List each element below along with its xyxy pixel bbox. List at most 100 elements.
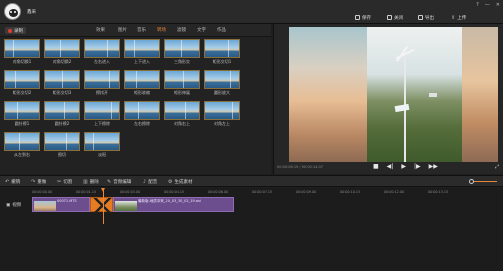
- cut-icon: ✂: [57, 179, 62, 185]
- transition-block[interactable]: [90, 197, 114, 213]
- transition-thumbnail: [204, 101, 240, 120]
- stop-icon[interactable]: ■: [373, 163, 379, 170]
- generate-material-button[interactable]: ⚙ 生成素材: [168, 179, 192, 185]
- transition-label: 矩形伸展: [174, 90, 190, 95]
- tab-effects[interactable]: 效果: [96, 27, 105, 33]
- transition-item[interactable]: 从左到右: [4, 132, 40, 158]
- close-project-label: 关闭: [394, 15, 403, 21]
- tab-works[interactable]: 作品: [217, 27, 226, 33]
- category-bar: 录制 效果 图片 音乐 转场 滤镜 文字 作品: [0, 24, 271, 37]
- ruler-tick-label: 00:00:01.15: [76, 190, 97, 194]
- transition-item[interactable]: 三角形交: [164, 39, 200, 65]
- zoom-slider[interactable]: [469, 179, 497, 184]
- close-project-button[interactable]: 关闭: [387, 14, 403, 21]
- timeline-clip[interactable]: 00071.MTS: [32, 197, 90, 212]
- prev-frame-icon[interactable]: ◀|: [387, 163, 394, 170]
- playhead[interactable]: [101, 188, 105, 224]
- transition-thumbnail: [124, 70, 160, 89]
- close-window-icon[interactable]: ✕: [496, 2, 500, 8]
- transition-item[interactable]: 矩形交切3: [44, 70, 80, 96]
- transition-thumbnail: [44, 70, 80, 89]
- dub-button[interactable]: ♪ 配音: [143, 179, 157, 185]
- export-icon: [418, 15, 423, 20]
- clip-thumbnail: [34, 201, 56, 211]
- clip-name: 00071.MTS: [57, 199, 77, 203]
- ruler-tick-label: 00:00:04.15: [164, 190, 185, 194]
- transition-label: 上下擦除: [94, 121, 110, 126]
- audio-edit-button[interactable]: ✎ 音频编辑: [107, 179, 131, 185]
- transition-thumbnail: [164, 70, 200, 89]
- upload-label: 上传: [457, 15, 467, 21]
- video-track-text: 视频: [12, 203, 22, 208]
- transition-item[interactable]: 上下进入: [124, 39, 160, 65]
- transition-thumbnail: [44, 39, 80, 58]
- transition-label: 淡阳: [98, 152, 106, 157]
- record-button[interactable]: 录制: [5, 27, 26, 34]
- tab-music[interactable]: 音乐: [137, 27, 146, 33]
- window-controls: ? — ✕: [476, 2, 500, 8]
- transition-label: 左右擦除: [134, 121, 150, 126]
- save-label: 保存: [362, 15, 371, 21]
- transition-item[interactable]: 淡阳: [84, 132, 120, 158]
- transition-label: 擦拭开: [96, 90, 108, 95]
- cut-label: 切割: [63, 180, 73, 185]
- transition-thumbnail: [164, 39, 200, 58]
- clip-thumbnail: [115, 201, 137, 211]
- transition-item[interactable]: 擦拭开: [84, 70, 120, 96]
- transition-label: 对角右上: [174, 121, 190, 126]
- undo-button[interactable]: ↶ 撤销: [5, 179, 20, 185]
- skip-end-icon[interactable]: ▶▶: [429, 163, 438, 170]
- transition-item[interactable]: 圆形放大: [204, 70, 240, 96]
- upload-button[interactable]: ⇪ 上传: [451, 14, 466, 21]
- minimize-icon[interactable]: —: [485, 2, 490, 8]
- dub-label: 配音: [148, 180, 158, 185]
- next-frame-icon[interactable]: |▶: [414, 163, 421, 170]
- transition-item[interactable]: 圆针擦1: [4, 101, 40, 127]
- transition-item[interactable]: 对角切换2: [44, 39, 80, 65]
- upload-icon: ⇪: [451, 14, 456, 21]
- tab-text[interactable]: 文字: [197, 27, 206, 33]
- transition-item[interactable]: 矩形伸展: [164, 70, 200, 96]
- transition-item[interactable]: 对角切换1: [4, 39, 40, 65]
- transition-thumbnail: [4, 132, 40, 151]
- transition-item[interactable]: 矩形收缩: [124, 70, 160, 96]
- video-preview: [289, 27, 498, 162]
- transition-item[interactable]: 左右进入: [84, 39, 120, 65]
- fullscreen-icon[interactable]: ⤢: [495, 164, 499, 170]
- transition-item[interactable]: 左右擦除: [124, 101, 160, 127]
- transition-item[interactable]: 圆针擦2: [44, 101, 80, 127]
- transition-label: 圆针擦2: [54, 121, 70, 126]
- tab-filters[interactable]: 滤镜: [177, 27, 186, 33]
- transition-label: 左右进入: [94, 59, 110, 64]
- delete-button[interactable]: ▥ 删除: [83, 179, 99, 185]
- transition-item[interactable]: 上下擦除: [84, 101, 120, 127]
- clip-name: 最新版-地质冲采_20_03_30_02_19.avi: [138, 199, 202, 203]
- transition-item[interactable]: 对角右上: [164, 101, 200, 127]
- transition-item[interactable]: 矩形交切2: [4, 70, 40, 96]
- ruler-tick-label: 00:00:09.00: [296, 190, 317, 194]
- transition-label: 从左到右: [14, 152, 30, 157]
- export-button[interactable]: 导出: [418, 14, 434, 21]
- zoom-slider-handle[interactable]: [469, 179, 474, 184]
- record-icon: [8, 28, 12, 33]
- tab-transitions[interactable]: 转场: [157, 27, 166, 33]
- transition-item[interactable]: 对角左上: [204, 101, 240, 127]
- transition-label: 矩形交切1: [212, 59, 232, 64]
- undo-label: 撤销: [11, 180, 21, 185]
- transition-item[interactable]: 图切: [44, 132, 80, 158]
- transition-item[interactable]: 矩形交切1: [204, 39, 240, 65]
- save-button[interactable]: 保存: [355, 14, 371, 21]
- close-project-icon: [387, 15, 392, 20]
- ruler-tick-label: 00:00:12.00: [384, 190, 405, 194]
- title-bar: 鑫采 保存 关闭 导出 ⇪ 上传 ? — ✕: [0, 0, 503, 24]
- redo-button[interactable]: ↷ 重做: [31, 179, 46, 185]
- transition-thumbnail: [204, 70, 240, 89]
- save-icon: [355, 15, 360, 20]
- help-icon[interactable]: ?: [476, 2, 479, 8]
- tab-images[interactable]: 图片: [118, 27, 127, 33]
- timeline-clip[interactable]: 最新版-地质冲采_20_03_30_02_19.avi: [113, 197, 234, 212]
- app-title: 鑫采: [27, 10, 36, 15]
- redo-label: 重做: [37, 180, 47, 185]
- play-icon[interactable]: ▶: [401, 163, 406, 170]
- cut-button[interactable]: ✂ 切割: [57, 179, 72, 185]
